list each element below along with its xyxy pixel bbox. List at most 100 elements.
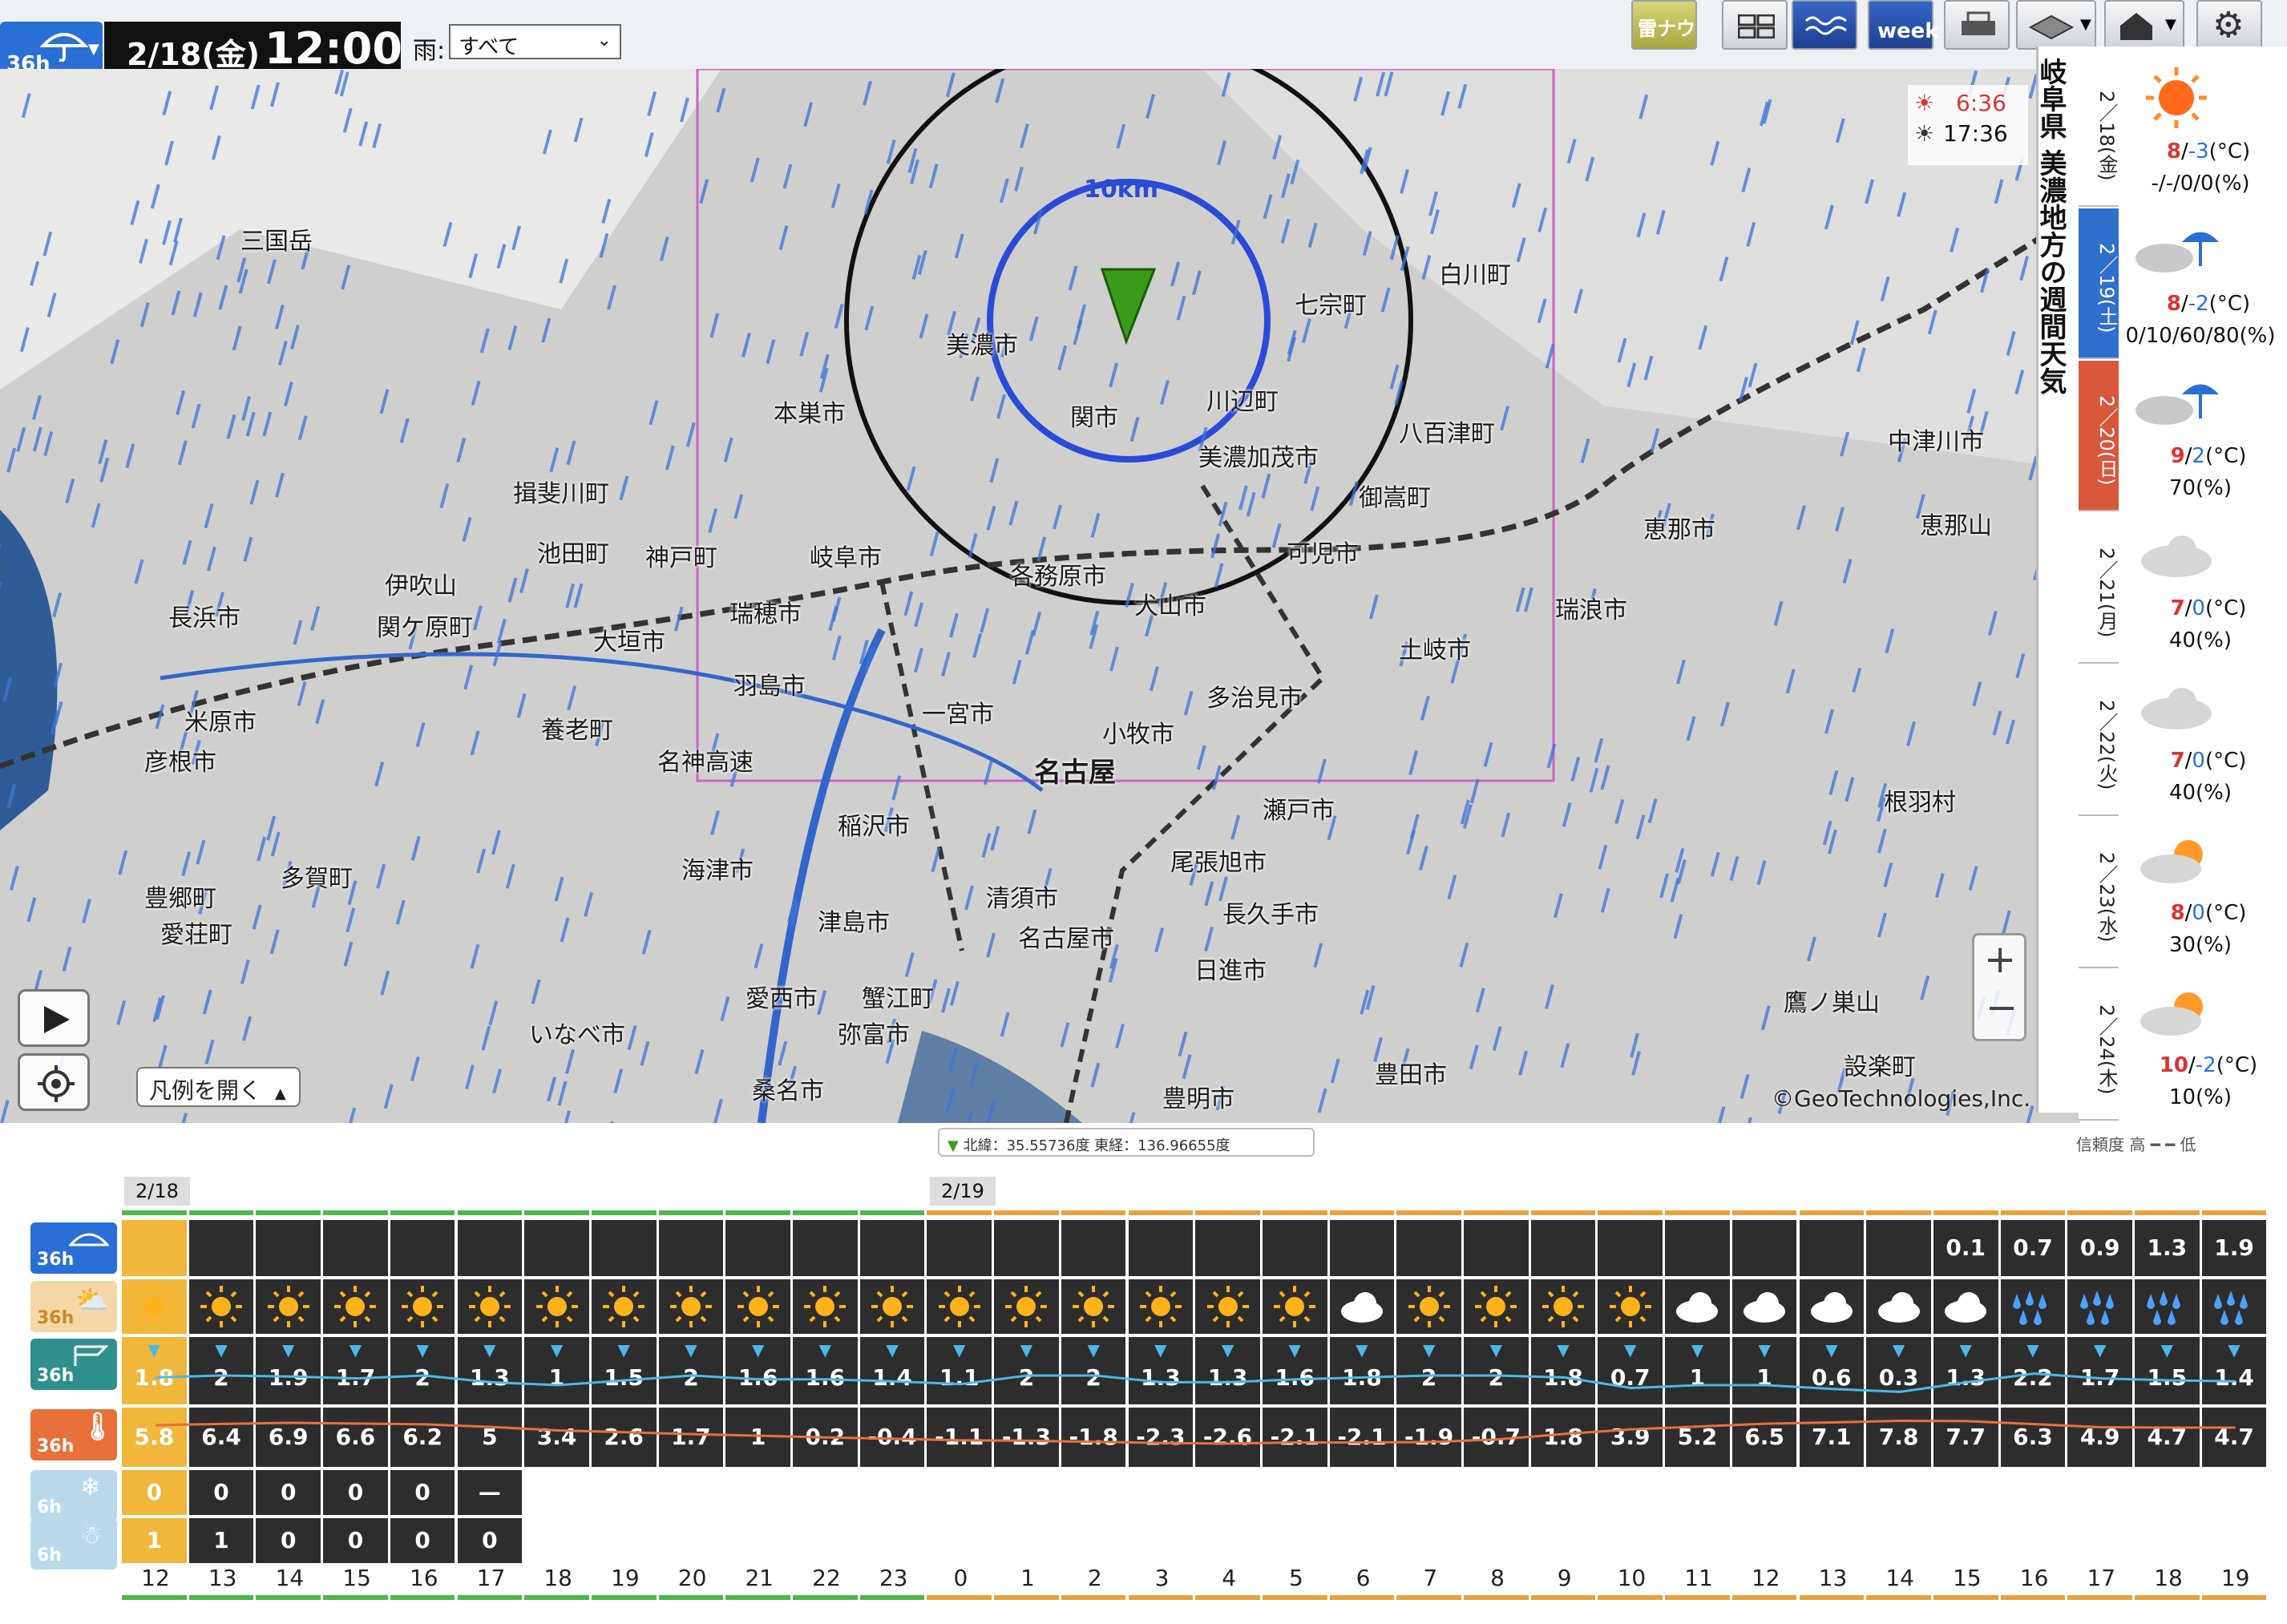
wind-direction-icon: ▼ [2160, 1340, 2174, 1359]
precip-cell: 0.9 [2067, 1220, 2132, 1276]
weather-map[interactable]: 10km 三国岳 揖斐川町 池田町 伊吹山 長浜市 米原市 彦根市 関ケ原町 大垣市 神戸町 瑞穂市… [0, 69, 2080, 1123]
row-snowfall-label: 6h [37, 1497, 62, 1517]
town-label: 津島市 [818, 909, 890, 937]
precip-cell [1061, 1220, 1126, 1276]
town-label: 尾張旭市 [1170, 849, 1267, 877]
reliability-bar [524, 1210, 589, 1215]
wind-speed: 1.1 [939, 1364, 980, 1391]
rain-icon [2135, 1279, 2200, 1334]
town-label: 各務原市 [1010, 563, 1106, 591]
zoom-out-button[interactable]: − [1986, 985, 2018, 1030]
town-label: 設楽町 [1844, 1053, 1916, 1081]
chevron-down-icon: ▼ [2165, 16, 2176, 33]
wind-direction-icon: ▼ [886, 1340, 899, 1359]
row-snowdepth-button[interactable]: 6h ☃ [30, 1518, 117, 1569]
reliability-bar [1933, 1210, 1998, 1215]
wind-speed: 1.5 [604, 1364, 644, 1391]
reliability-bar [1464, 1595, 1529, 1600]
precip-cell [658, 1220, 724, 1276]
hour-label: 23 [879, 1565, 908, 1591]
play-button[interactable] [18, 989, 90, 1047]
current-location-button[interactable] [18, 1053, 90, 1111]
snowdepth-cell: 1 [188, 1518, 254, 1563]
reliability-bar [256, 1595, 321, 1600]
reliability-bar [2067, 1210, 2132, 1215]
temp-low: 0 [2192, 596, 2205, 620]
week-day-pop: 40(%) [2168, 628, 2232, 652]
town-label: 岐阜市 [810, 544, 882, 572]
umbrella-icon [69, 1233, 109, 1246]
reliability-bar [725, 1210, 790, 1215]
week-day-temperature: 7/0(°C) [2170, 596, 2247, 620]
row-precip-button[interactable]: 36h [30, 1222, 117, 1274]
reliability-bar [1598, 1595, 1663, 1600]
thunder-now-button[interactable]: 雷ナウ [1631, 0, 1697, 50]
temp-cell: 6.5 [1731, 1408, 1797, 1467]
temp-unit: (°C) [2204, 444, 2247, 468]
reliability-bar [994, 1210, 1059, 1215]
town-label: 可児市 [1287, 540, 1359, 568]
hour-label: 18 [2154, 1565, 2183, 1591]
week-day-pop: 30(%) [2168, 933, 2232, 957]
temp-cell: 7.1 [1799, 1408, 1865, 1467]
grid-view-button[interactable] [1722, 0, 1788, 50]
town-label: 桑名市 [752, 1077, 824, 1105]
precip-cell: 0.1 [1933, 1220, 1998, 1276]
temp-cell: 7.8 [1866, 1408, 1931, 1467]
town-label: 羽島市 [733, 673, 806, 701]
precip-cell [859, 1220, 925, 1276]
wave-button[interactable] [1792, 0, 1857, 50]
temp-high: 7 [2170, 749, 2185, 773]
wind-cell: ▼ 1.3 [1195, 1337, 1260, 1404]
town-label: 八百津町 [1399, 420, 1495, 448]
row-snowfall-button[interactable]: 6h ❄ [30, 1470, 117, 1521]
wind-speed: 1 [1756, 1364, 1772, 1391]
temp-cell: -2.1 [1329, 1408, 1395, 1467]
sun-icon [1396, 1279, 1461, 1334]
rain-filter-select[interactable]: すべて ⌄ [449, 24, 621, 59]
marker-icon: ▼ [948, 1137, 959, 1154]
temp-cell: 6.3 [2000, 1408, 2066, 1467]
temp-high: 7 [2170, 596, 2185, 620]
temp-cell: 6.9 [256, 1408, 321, 1467]
reliability-bar [1665, 1210, 1730, 1215]
row-wind-button[interactable]: 36h [30, 1339, 117, 1390]
wind-speed: 0.7 [1610, 1364, 1651, 1391]
rain-filter-value: すべて [459, 35, 519, 59]
wind-speed: 1.6 [805, 1364, 846, 1391]
wind-speed: 2 [1018, 1364, 1035, 1391]
hour-label: 22 [812, 1565, 841, 1591]
hour-label: 10 [1617, 1565, 1647, 1591]
temp-cell: 5.2 [1665, 1408, 1730, 1467]
row-precip-label: 36h [37, 1250, 75, 1270]
settings-button[interactable]: ⚙ [2196, 0, 2262, 50]
row-temperature-button[interactable]: 36h 🌡 [30, 1409, 117, 1460]
crosshair-icon [38, 1065, 75, 1102]
wind-cell: ▼ 1.8 [1329, 1337, 1395, 1404]
precip-cell [591, 1220, 657, 1276]
home-button[interactable]: ▼ [2104, 0, 2184, 50]
reliability-bar [323, 1595, 388, 1600]
row-weather-button[interactable]: 36h ⛅ [30, 1281, 117, 1332]
week-day-date: 2／22(火) [2095, 699, 2118, 790]
zoom-in-button[interactable]: + [1984, 937, 2016, 982]
town-label: 土岐市 [1399, 636, 1471, 665]
temp-low: 0 [2192, 901, 2205, 925]
legend-open-button[interactable]: 凡例を開く ▲ [136, 1067, 301, 1107]
week-day-date: 2／18(金) [2095, 90, 2118, 181]
reliability-bar [1128, 1595, 1194, 1600]
printer-button[interactable] [1944, 0, 2010, 50]
wind-speed: 1 [1689, 1364, 1706, 1391]
wind-speed: 2 [414, 1364, 430, 1391]
wind-speed: 1.8 [134, 1364, 175, 1391]
temp-cell: 1.7 [658, 1408, 724, 1467]
town-label: 池田町 [537, 540, 609, 568]
wind-cell: ▼ 1.8 [122, 1337, 187, 1404]
week-day-temperature: 7/0(°C) [2170, 749, 2247, 773]
temp-high: 8 [2170, 901, 2185, 925]
town-label: 名古屋 [1034, 757, 1116, 789]
layer-button[interactable]: ▼ [2016, 0, 2096, 50]
town-label: 美濃加茂市 [1198, 444, 1319, 472]
cloud-icon [1329, 1279, 1395, 1334]
week-button[interactable]: week [1868, 0, 1939, 50]
